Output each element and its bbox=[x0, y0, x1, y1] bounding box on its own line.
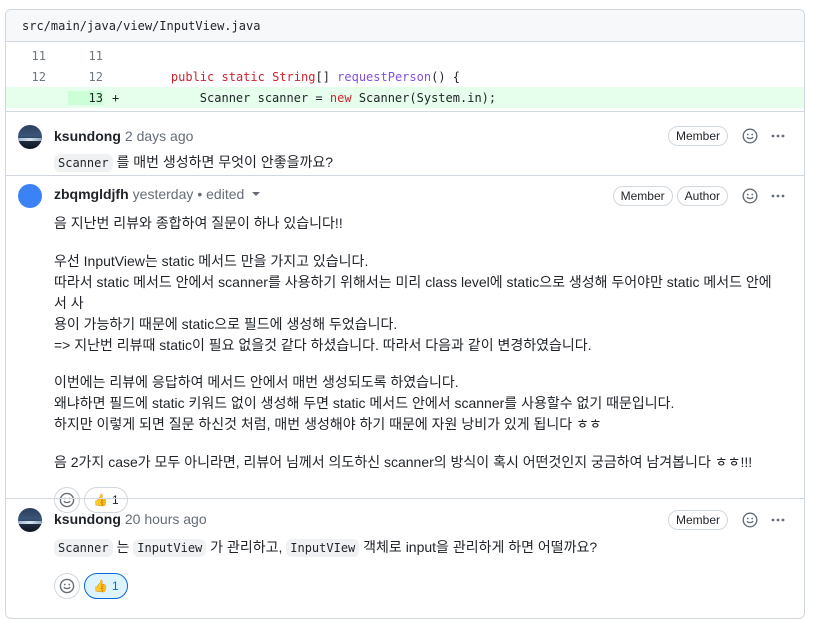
comment-author[interactable]: ksundong bbox=[54, 128, 121, 144]
edited-label[interactable]: • edited bbox=[197, 186, 244, 202]
file-path[interactable]: src/main/java/view/InputView.java bbox=[22, 19, 260, 33]
comment: ksundong 2 days ago Member Scanner 를 매번 … bbox=[6, 112, 804, 175]
comment-paragraph: 우선 InputView는 static 메서드 만을 가지고 있습니다. bbox=[54, 253, 369, 269]
comment-actions: Member bbox=[664, 126, 786, 146]
code-token: in bbox=[467, 90, 482, 105]
comment-timestamp[interactable]: 20 hours ago bbox=[125, 511, 207, 527]
comment-paragraph: 왜냐하면 필드에 static 키워드 없이 생성해 두면 static 메서드… bbox=[54, 395, 675, 411]
code-token: public bbox=[170, 69, 215, 84]
code-line: Scanner scanner = new Scanner(System.in)… bbox=[128, 91, 496, 105]
comment-paragraph: 음 지난번 리뷰와 종합하여 질문이 하나 있습니다!! bbox=[54, 215, 343, 231]
member-badge: Member bbox=[667, 510, 728, 530]
kebab-horizontal-icon[interactable] bbox=[770, 512, 786, 528]
reaction-count: 1 bbox=[111, 579, 119, 593]
comment-paragraph: 이번에는 리뷰에 응답하여 메서드 안에서 매번 생성되도록 하였습니다. bbox=[54, 374, 459, 390]
comment-text: 가 관리하고, bbox=[210, 539, 283, 555]
smiley-icon[interactable] bbox=[742, 188, 758, 204]
comment: ksundong 20 hours ago Member Scanner 는 I… bbox=[6, 498, 804, 608]
diff-line: 12 12 public static String[] requestPers… bbox=[6, 66, 804, 87]
comment-text: 를 매번 생성하면 무엇이 안좋을까요? bbox=[116, 154, 334, 170]
comment-actions: Member bbox=[664, 510, 786, 530]
comment-text: 는 bbox=[116, 539, 130, 555]
comment-timestamp[interactable]: 2 days ago bbox=[125, 128, 194, 144]
kebab-horizontal-icon[interactable] bbox=[770, 128, 786, 144]
comment-paragraph: 하지만 이렇게 되면 질문 하신것 처럼, 매번 생성해야 하기 때문에 자원 … bbox=[54, 416, 602, 432]
code-token: { bbox=[452, 69, 461, 84]
file-path-header: src/main/java/view/InputView.java bbox=[6, 10, 804, 42]
comment-thread: ksundong 2 days ago Member Scanner 를 매번 … bbox=[6, 111, 804, 608]
comment-actions: Member Author bbox=[609, 186, 786, 206]
code-token: ( bbox=[409, 90, 417, 105]
old-line-number[interactable]: 12 bbox=[6, 70, 68, 84]
member-badge: Member bbox=[612, 186, 673, 206]
comment-author[interactable]: ksundong bbox=[54, 511, 121, 527]
member-badge: Member bbox=[667, 126, 728, 146]
avatar[interactable] bbox=[18, 125, 42, 149]
inline-code: InputView bbox=[133, 539, 207, 557]
thumbs-up-reaction-active[interactable]: 👍 1 bbox=[84, 573, 128, 599]
comment-body: 음 지난번 리뷰와 종합하여 질문이 하나 있습니다!! 우선 InputVie… bbox=[54, 213, 804, 473]
inline-code: Scanner bbox=[54, 539, 113, 557]
add-reaction-icon bbox=[59, 578, 75, 594]
review-comment-thread: src/main/java/view/InputView.java 11 11 … bbox=[5, 9, 805, 619]
code-token: ) bbox=[481, 90, 489, 105]
new-line-number[interactable]: 12 bbox=[68, 70, 103, 84]
thumbs-up-icon: 👍 bbox=[93, 579, 108, 593]
add-reaction-button[interactable] bbox=[54, 573, 80, 599]
code-token: requestPerson bbox=[337, 69, 432, 84]
diff-line: 11 11 bbox=[6, 45, 804, 66]
code-token: ; bbox=[488, 90, 497, 105]
comment-paragraph: 음 2가지 case가 모두 아니라면, 리뷰어 님께서 의도하신 scanne… bbox=[54, 454, 753, 470]
comment-body: Scanner 를 매번 생성하면 무엇이 안좋을까요? bbox=[54, 152, 804, 174]
chevron-down-icon[interactable] bbox=[252, 192, 261, 196]
code-token: = bbox=[315, 90, 323, 105]
comment-paragraph: 용이 가능하기 때문에 static으로 필드에 생성해 두었습니다. bbox=[54, 316, 398, 332]
diff-hunk: 11 11 12 12 public static String[] reque… bbox=[6, 45, 804, 108]
comment-author[interactable]: zbqmgldjfh bbox=[54, 186, 129, 202]
smiley-icon[interactable] bbox=[742, 128, 758, 144]
code-token: ) bbox=[438, 69, 446, 84]
new-line-number[interactable]: 13 bbox=[68, 90, 103, 105]
avatar[interactable] bbox=[18, 184, 42, 208]
avatar[interactable] bbox=[18, 508, 42, 532]
code-token: String bbox=[272, 69, 316, 84]
code-token: scanner bbox=[257, 90, 309, 105]
comment-paragraph: => 지난번 리뷰때 static이 필요 없을것 같다 하셨습니다. 따라서 … bbox=[54, 337, 592, 353]
reactions-bar: 👍 1 bbox=[54, 573, 804, 599]
new-line-number[interactable]: 11 bbox=[68, 49, 103, 63]
author-badge: Author bbox=[676, 186, 728, 206]
inline-code: InputVIew bbox=[286, 539, 360, 557]
comment: zbqmgldjfh yesterday • edited Member Aut… bbox=[6, 175, 804, 513]
code-token: System bbox=[416, 90, 460, 105]
code-line: public static String[] requestPerson() { bbox=[128, 70, 460, 84]
diff-line-added: 13 + Scanner scanner = new Scanner(Syste… bbox=[6, 87, 804, 108]
diff-marker: + bbox=[112, 90, 120, 105]
code-token: Scanner bbox=[199, 90, 251, 105]
comment-body: Scanner 는 InputView 가 관리하고, InputVIew 객체… bbox=[54, 537, 804, 559]
code-token: Scanner bbox=[358, 90, 410, 105]
comment-text: 객체로 input을 관리하게 하면 어떨까요? bbox=[363, 539, 598, 555]
comment-timestamp[interactable]: yesterday bbox=[133, 186, 194, 202]
code-token: static bbox=[221, 69, 265, 84]
smiley-icon[interactable] bbox=[742, 512, 758, 528]
kebab-horizontal-icon[interactable] bbox=[770, 188, 786, 204]
code-token: ] bbox=[322, 69, 330, 84]
old-line-number[interactable]: 11 bbox=[6, 49, 68, 63]
code-token: new bbox=[329, 90, 352, 105]
code-token: [ bbox=[315, 69, 323, 84]
inline-code: Scanner bbox=[54, 154, 113, 172]
comment-paragraph: 따라서 static 메서드 안에서 scanner를 사용하기 위해서는 미리… bbox=[54, 274, 772, 311]
